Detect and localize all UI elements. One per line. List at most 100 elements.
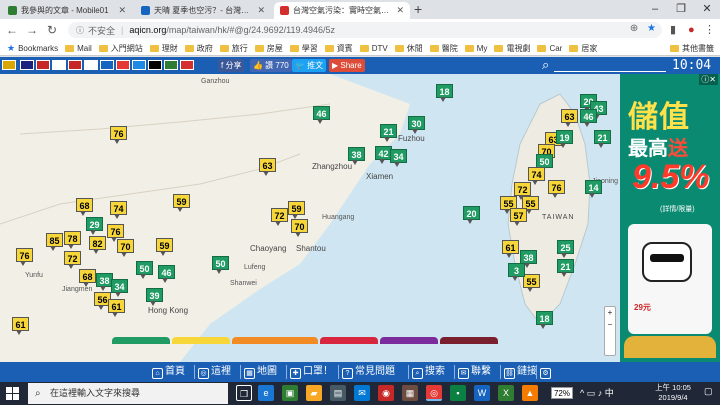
aqi-marker[interactable]: 46	[158, 265, 175, 283]
edge-browser-icon[interactable]: e	[258, 385, 274, 401]
bookmark-star-icon[interactable]: ★	[647, 23, 656, 34]
aqi-marker[interactable]: 61	[12, 317, 29, 335]
aqi-marker[interactable]: 61	[108, 299, 125, 317]
store-icon[interactable]: ▤	[330, 385, 346, 401]
back-arrow-icon[interactable]: ←	[4, 22, 20, 38]
aqi-marker[interactable]: 63	[259, 158, 276, 176]
tab-close-icon[interactable]: ✕	[396, 5, 404, 16]
aqi-marker[interactable]: 59	[173, 194, 190, 212]
app-icon[interactable]: ▦	[402, 385, 418, 401]
flag-icon[interactable]	[148, 60, 162, 70]
aqi-marker[interactable]: 61	[502, 240, 519, 258]
aqi-marker[interactable]: 63	[561, 109, 578, 127]
nav-map[interactable]: ▦ 地圖	[244, 364, 277, 380]
aqi-map[interactable]: Ganzhou Fuzhou Zhangzhou Xiamen Huangang…	[0, 74, 620, 362]
flag-icon[interactable]	[180, 60, 194, 70]
bookmark-folder[interactable]: 房屋	[254, 43, 283, 54]
bookmark-folder[interactable]: 資賓	[324, 43, 353, 54]
nav-masks[interactable]: ✚ 口罩！	[290, 364, 333, 380]
aqi-marker[interactable]: 55	[523, 274, 540, 292]
google-share-button[interactable]: ▶ Share	[329, 59, 365, 72]
aqi-scale-unhealthy[interactable]	[320, 337, 378, 344]
aqi-marker[interactable]: 85	[46, 233, 63, 251]
aqi-marker[interactable]: 30	[408, 116, 425, 134]
new-tab-button[interactable]: +	[414, 2, 422, 17]
aqi-marker[interactable]: 76	[16, 248, 33, 266]
aqi-marker[interactable]: 18	[536, 311, 553, 329]
aqi-marker[interactable]: 3	[508, 263, 525, 281]
flag-icon[interactable]	[36, 60, 50, 70]
tab-news[interactable]: 天晴 夏季也空污？- 台灣新聞( ✕	[135, 2, 271, 19]
facebook-like-button[interactable]: 👍 讚 770	[250, 59, 292, 72]
flag-icon[interactable]	[100, 60, 114, 70]
bookmark-other[interactable]: 其他書籤	[670, 43, 714, 54]
aqi-marker[interactable]: 46	[313, 106, 330, 124]
ad-close-icon[interactable]: ⓘ✕	[699, 74, 718, 85]
aqi-marker[interactable]: 20	[463, 206, 480, 224]
tweet-button[interactable]: 🐦 推文	[292, 59, 327, 72]
mail-app-icon[interactable]: ✉	[354, 385, 370, 401]
aqi-marker[interactable]: 39	[146, 288, 163, 306]
tab-close-icon[interactable]: ✕	[118, 5, 126, 16]
nav-home[interactable]: ⌂ 首頁	[152, 364, 185, 380]
bookmark-folder[interactable]: 電視劇	[494, 43, 530, 54]
taskbar-search-input[interactable]: ⌕ 在這裡輸入文字來搜尋	[28, 383, 228, 404]
tab-aqicn[interactable]: 台灣空氣污染：實時空氣質量指 ✕	[274, 2, 410, 19]
map-zoom-control[interactable]: + −	[604, 306, 616, 356]
tab-mobile01[interactable]: 我參與的文章 - Mobile01 ✕	[2, 2, 132, 19]
flag-icon[interactable]	[20, 60, 34, 70]
flag-icon[interactable]	[68, 60, 82, 70]
aqi-marker[interactable]: 82	[89, 236, 106, 254]
bookmark-folder[interactable]: 醫院	[429, 43, 458, 54]
tray-aqi-badge[interactable]: 72%	[551, 387, 573, 399]
flag-icon[interactable]	[116, 60, 130, 70]
flag-icon[interactable]	[2, 60, 16, 70]
flag-icon[interactable]	[52, 60, 66, 70]
nav-faq[interactable]: ? 常見問題	[342, 364, 395, 380]
bookmark-folder[interactable]: 旅行	[219, 43, 248, 54]
app-icon[interactable]: ▲	[522, 385, 538, 401]
bookmark-bookmarks[interactable]: ★ Bookmarks	[7, 43, 58, 54]
aqi-marker[interactable]: 68	[76, 198, 93, 216]
task-view-icon[interactable]: ❐	[236, 385, 252, 401]
word-icon[interactable]: W	[474, 385, 490, 401]
nav-links[interactable]: ⛓ 鏈接	[504, 364, 537, 380]
aqi-marker[interactable]: 57	[510, 208, 527, 226]
flag-icon[interactable]	[132, 60, 146, 70]
aqi-marker[interactable]: 46	[580, 109, 597, 127]
nav-settings[interactable]: ⚙	[540, 364, 553, 380]
chrome-icon[interactable]: ◎	[426, 385, 442, 401]
aqi-scale-hazardous[interactable]	[440, 337, 498, 344]
tray-icons[interactable]: ^ ▭ ♪ 中	[580, 386, 614, 399]
menu-kebab-icon[interactable]: ⋮	[704, 22, 715, 38]
aqi-marker[interactable]: 76	[110, 126, 127, 144]
bookmark-folder[interactable]: 休閒	[394, 43, 423, 54]
aqi-marker[interactable]: 50	[536, 154, 553, 172]
aqi-marker[interactable]: 14	[585, 180, 602, 198]
aqi-marker[interactable]: 70	[117, 239, 134, 257]
search-input[interactable]	[554, 71, 666, 72]
aqi-marker[interactable]: 72	[271, 208, 288, 226]
aqi-marker[interactable]: 21	[594, 130, 611, 148]
bookmark-folder[interactable]: 政府	[184, 43, 213, 54]
bookmark-folder[interactable]: 學習	[289, 43, 318, 54]
aqi-marker[interactable]: 50	[136, 261, 153, 279]
aqi-marker[interactable]: 74	[110, 201, 127, 219]
aqi-scale-moderate[interactable]	[172, 337, 230, 344]
aqi-marker[interactable]: 21	[557, 259, 574, 277]
excel-icon[interactable]: X	[498, 385, 514, 401]
extension-icon[interactable]: ▮	[670, 22, 676, 38]
bookmark-folder[interactable]: 入門網站	[98, 43, 143, 54]
minimize-button[interactable]: –	[642, 0, 668, 19]
aqi-marker[interactable]: 25	[557, 240, 574, 258]
ad-banner[interactable]: ⓘ✕ 儲值 最高送 9.5% (詳情/限量) 29元	[620, 74, 720, 362]
aqi-marker[interactable]: 18	[436, 84, 453, 102]
aqi-marker[interactable]: 76	[548, 180, 565, 198]
windows-start-icon[interactable]	[6, 387, 19, 400]
bookmark-folder[interactable]: Car	[537, 44, 562, 53]
close-window-button[interactable]: ✕	[694, 0, 720, 19]
flag-icon[interactable]	[84, 60, 98, 70]
aqi-marker[interactable]: 74	[528, 167, 545, 185]
aqi-marker[interactable]: 72	[64, 251, 81, 269]
media-icon[interactable]: ◉	[378, 385, 394, 401]
